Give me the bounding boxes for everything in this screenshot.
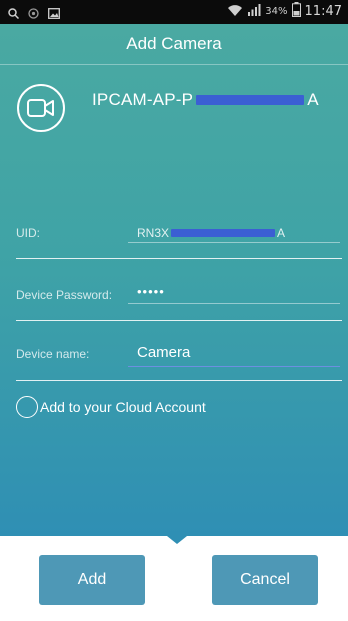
uid-field-underline	[128, 242, 340, 243]
uid-field[interactable]: RN3X A	[137, 226, 285, 240]
uid-label: UID:	[16, 226, 40, 240]
redaction-bar	[196, 95, 305, 105]
device-name-label: Device name:	[16, 347, 90, 361]
row-divider	[16, 258, 342, 259]
cloud-account-label[interactable]: Add to your Cloud Account	[40, 399, 206, 415]
device-id: IPCAM-AP-P A	[92, 90, 319, 110]
password-field[interactable]: •••••	[137, 284, 165, 299]
battery-icon	[291, 2, 301, 21]
status-bar-left	[8, 4, 60, 23]
row-divider	[16, 320, 342, 321]
battery-percent: 34%	[265, 6, 288, 17]
cancel-button[interactable]: Cancel	[212, 555, 318, 605]
status-bar-right: 34% 11:47	[227, 2, 342, 21]
device-id-prefix: IPCAM-AP-P	[92, 90, 194, 109]
panel-notch	[167, 536, 187, 544]
cloud-account-radio[interactable]	[16, 396, 38, 418]
device-name-field[interactable]: Camera	[137, 344, 190, 361]
title-divider	[0, 64, 348, 65]
image-icon	[48, 4, 60, 23]
wifi-icon	[227, 3, 243, 21]
row-divider	[16, 380, 342, 381]
clock: 11:47	[304, 4, 342, 19]
camera-avatar	[17, 84, 65, 132]
device-id-suffix: A	[307, 90, 319, 109]
password-field-underline	[128, 303, 340, 304]
page-title: Add Camera	[126, 34, 222, 53]
uid-value-suffix: A	[277, 226, 286, 240]
signal-icon	[247, 3, 261, 21]
status-bar: 34% 11:47	[0, 0, 348, 24]
search-icon	[8, 4, 20, 23]
notification-icon	[28, 4, 39, 23]
redaction-bar	[171, 229, 276, 237]
password-label: Device Password:	[16, 288, 113, 302]
uid-value-prefix: RN3X	[137, 226, 170, 240]
add-button[interactable]: Add	[39, 555, 145, 605]
device-name-field-underline	[128, 366, 340, 367]
